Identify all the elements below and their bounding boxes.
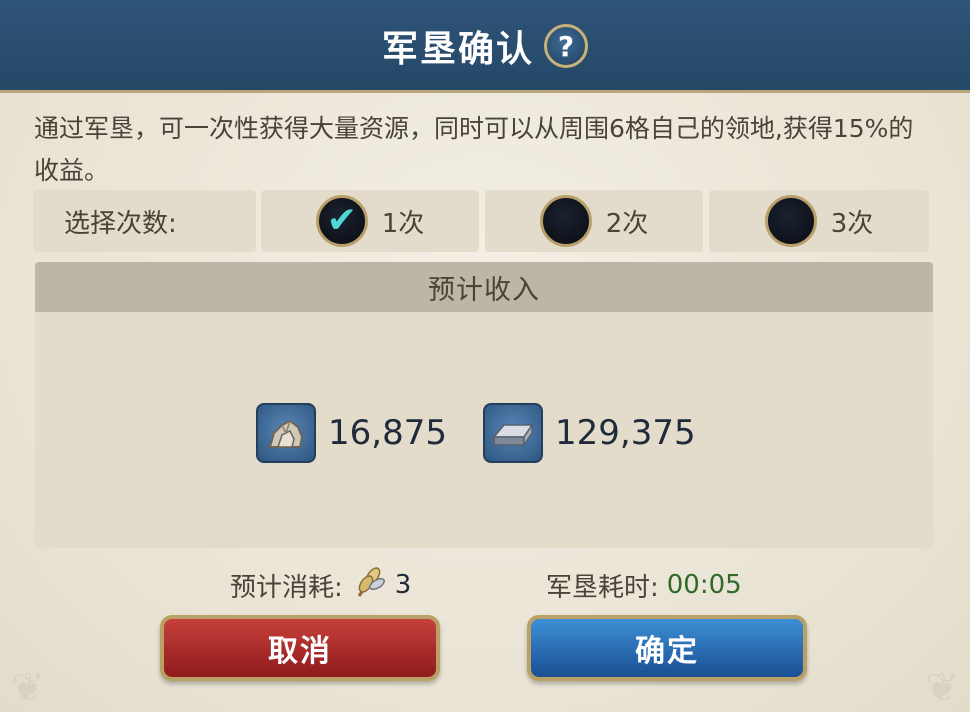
option-2-label: 2次 <box>605 208 649 239</box>
resource-iron: 129,375 <box>483 402 696 464</box>
checkmark-icon: ✔ <box>326 200 357 241</box>
count-selection-label: 选择次数: <box>33 190 256 252</box>
stone-icon <box>256 403 316 463</box>
question-mark-icon: ? <box>557 29 575 63</box>
iron-value: 129,375 <box>555 413 696 453</box>
income-header: 预计收入 <box>35 262 933 312</box>
option-3[interactable]: 3次 <box>709 190 929 252</box>
option-1[interactable]: ✔ 1次 <box>261 190 479 252</box>
option-2[interactable]: 2次 <box>485 190 703 252</box>
title-group: 军垦确认 ? <box>0 16 970 76</box>
cancel-label: 取消 <box>268 634 332 669</box>
option-3-label: 3次 <box>830 208 874 239</box>
time-label: 军垦耗时: <box>546 572 659 603</box>
confirm-dialog: 军垦确认 ? 通过军垦，可一次性获得大量资源，同时可以从周围6格自己的领地,获得… <box>0 0 970 712</box>
confirm-label: 确定 <box>635 634 699 669</box>
option-1-label: 1次 <box>381 208 425 239</box>
cost-value: 3 <box>394 570 412 600</box>
cost-info: 预计消耗: 3 <box>230 565 411 605</box>
cancel-button[interactable]: 取消 <box>160 615 440 681</box>
description-text: 通过军垦，可一次性获得大量资源，同时可以从周围6格自己的领地,获得15%的收益。 <box>34 114 914 185</box>
resource-stone: 16,875 <box>256 402 447 464</box>
dialog-title: 军垦确认 <box>381 29 534 70</box>
title-bar: 军垦确认 ? <box>0 0 970 93</box>
help-button[interactable]: ? <box>544 24 588 68</box>
radio-1[interactable]: ✔ <box>315 195 368 247</box>
radio-2[interactable] <box>539 195 592 247</box>
time-value: 00:05 <box>666 570 742 600</box>
iron-ingot-icon <box>483 403 543 463</box>
corner-ornament-right: ❦ <box>925 665 959 711</box>
confirm-button[interactable]: 确定 <box>527 615 807 681</box>
wheat-icon <box>351 564 387 607</box>
corner-ornament-left: ❦ <box>11 665 45 711</box>
income-panel: 预计收入 16,875 129,375 <box>35 262 933 548</box>
time-info: 军垦耗时: 00:05 <box>546 565 742 605</box>
stone-value: 16,875 <box>328 413 447 453</box>
cost-label: 预计消耗: <box>230 572 343 603</box>
radio-3[interactable] <box>764 195 817 247</box>
